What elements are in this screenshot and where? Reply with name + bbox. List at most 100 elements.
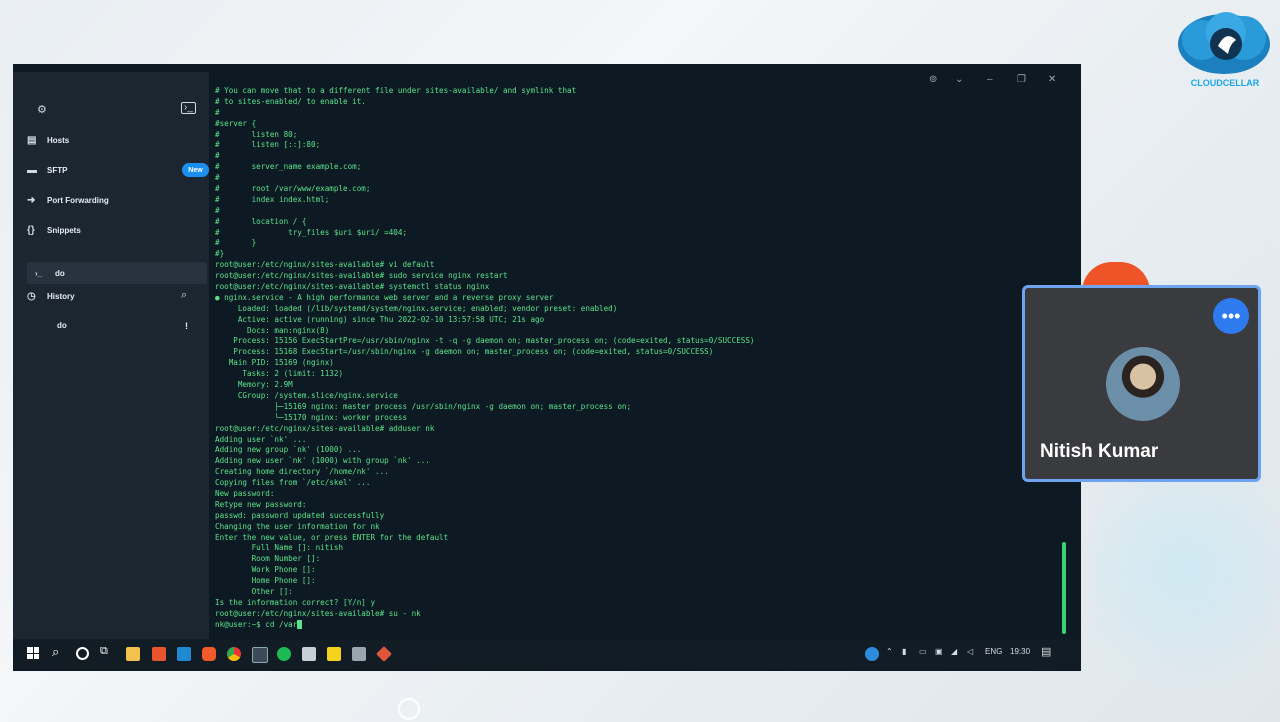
terminal-line: Copying files from `/etc/skel' ...: [215, 478, 371, 488]
terminal-line: Memory: 2.9M: [215, 380, 293, 390]
cortana-icon[interactable]: [76, 647, 89, 660]
termius-window: ⚙ ›_ ▤ Hosts ▬ SFTP New ➜ Port Forwardin…: [13, 64, 1081, 671]
git-icon[interactable]: [376, 646, 392, 662]
hosts-icon: ▤: [27, 134, 37, 146]
terminal-line: New password:: [215, 488, 275, 498]
braces-icon: {}: [27, 224, 35, 236]
microphone-icon[interactable]: ▮: [902, 647, 906, 656]
help-icon[interactable]: [865, 647, 879, 661]
terminal-line: Home Phone []:: [215, 576, 316, 586]
terminal-line: #}: [215, 249, 225, 259]
windows-start-icon[interactable]: [27, 647, 39, 659]
clock[interactable]: 19:30: [1010, 647, 1030, 656]
settings-icon[interactable]: ⚙: [37, 103, 47, 116]
play-indicator-icon[interactable]: [398, 698, 420, 720]
search-icon[interactable]: ⌕: [52, 644, 59, 660]
terminal-line: root@user:/etc/nginx/sites-available# su…: [215, 608, 421, 618]
sidebar-item-label: Hosts: [47, 135, 70, 145]
sidebar-item-label: Snippets: [47, 225, 81, 235]
avatar: [1106, 347, 1180, 421]
sidebar-item-session-do[interactable]: ›_ do: [35, 262, 215, 284]
brand-logo-text: CLOUDCELLAR: [1190, 78, 1260, 88]
camera-icon[interactable]: ▭: [919, 647, 927, 656]
chevron-up-icon[interactable]: ⌃: [886, 647, 893, 656]
terminal-line: Full Name []: nitish: [215, 543, 344, 553]
terminal-line: # location / {: [215, 216, 307, 226]
sidebar-item-hosts[interactable]: ▤ Hosts: [27, 129, 207, 151]
terminal-line: Is the information correct? [Y/n] y: [215, 597, 376, 607]
terminal-line: # listen [::]:80;: [215, 140, 321, 150]
terminal-line: root@user:/etc/nginx/sites-available# ad…: [215, 423, 435, 433]
terminal-line: Docs: man:nginx(8): [215, 325, 330, 335]
terminal-line: # try_files $uri $uri/ =404;: [215, 227, 408, 237]
terminal-prompt-line[interactable]: nk@user:~$ cd /var: [215, 620, 1071, 631]
terminal-line: Adding new user `nk' (1000) with group `…: [215, 456, 430, 466]
terminal-line: ● nginx.service - A high performance web…: [215, 292, 554, 302]
volume-icon[interactable]: ◁: [967, 647, 973, 656]
broadcast-icon[interactable]: ⊚: [929, 74, 937, 85]
app-icon[interactable]: [302, 647, 316, 661]
history-item[interactable]: do: [57, 314, 237, 336]
terminal-icon[interactable]: ›_: [181, 102, 196, 114]
brave-icon[interactable]: [202, 647, 216, 661]
terminal-line: Creating home directory `/home/nk' ...: [215, 467, 389, 477]
sidebar-item-sftp[interactable]: ▬ SFTP New: [27, 159, 209, 181]
search-icon[interactable]: ⌕: [181, 289, 187, 302]
termius-icon[interactable]: [252, 647, 268, 663]
network-icon[interactable]: ◢: [951, 647, 957, 656]
terminal-line: Retype new password:: [215, 499, 307, 509]
history-label: History: [47, 291, 75, 301]
terminal-line: #: [215, 205, 220, 215]
folder-icon: ▬: [27, 164, 37, 176]
taskbar: ⌕ ⧉ ⌃ ▮ ▭ ▣ ◢ ◁ ENG 19:30 ▤: [13, 639, 1081, 669]
sticky-notes-icon[interactable]: [327, 647, 341, 661]
terminal-line: ├─15169 nginx: master process /usr/sbin/…: [215, 401, 632, 411]
chevron-down-icon[interactable]: ⌄: [955, 74, 963, 85]
terminal-line: passwd: password updated successfully: [215, 510, 385, 520]
terminal-line: # server_name example.com;: [215, 162, 362, 172]
language-indicator[interactable]: ENG: [985, 647, 1002, 656]
terminal-output[interactable]: # You can move that to a different file …: [215, 86, 1071, 641]
terminal-line: root@user:/etc/nginx/sites-available# vi…: [215, 260, 435, 270]
terminal-line: Main PID: 15169 (nginx): [215, 358, 334, 368]
terminal-line: Tasks: 2 (limit: 1132): [215, 369, 344, 379]
sidebar-item-snippets[interactable]: {} Snippets: [27, 219, 207, 241]
spotify-icon[interactable]: [277, 647, 291, 661]
terminal-scrollbar[interactable]: [1062, 542, 1066, 634]
terminal-line: Other []:: [215, 586, 293, 596]
session-label: do: [55, 268, 65, 278]
maximize-icon[interactable]: ❐: [1017, 74, 1026, 85]
terminal-line: Process: 15168 ExecStart=/usr/sbin/nginx…: [215, 347, 714, 357]
close-icon[interactable]: ✕: [1048, 74, 1056, 85]
notification-icon[interactable]: ▤: [1041, 645, 1051, 658]
terminal-line: Work Phone []:: [215, 565, 316, 575]
terminal-line: #: [215, 151, 220, 161]
terminal-line: # to sites-enabled/ to enable it.: [215, 96, 366, 106]
terminal-line: #server {: [215, 118, 257, 128]
file-explorer-icon[interactable]: [126, 647, 140, 661]
participant-video-tile[interactable]: ••• Nitish Kumar: [1022, 285, 1261, 482]
arrow-icon: ➜: [27, 194, 36, 206]
terminal-line: # listen 80;: [215, 129, 298, 139]
task-view-icon[interactable]: ⧉: [100, 645, 108, 658]
terminal-line: # }: [215, 238, 257, 248]
history-header: ◷ History: [27, 285, 207, 307]
history-item-label: do: [57, 320, 67, 330]
terminal-prompt-icon: ›_: [35, 268, 43, 278]
terminal-cursor: [297, 620, 303, 630]
terminal-line: Process: 15156 ExecStartPre=/usr/sbin/ng…: [215, 336, 755, 346]
terminal-line: Changing the user information for nk: [215, 521, 380, 531]
more-horizontal-icon[interactable]: •••: [1213, 298, 1249, 334]
display-icon[interactable]: ▣: [935, 647, 943, 656]
chrome-icon[interactable]: [227, 647, 241, 661]
sidebar-item-port-forwarding[interactable]: ➜ Port Forwarding: [27, 189, 207, 211]
sidebar: ⚙ ›_ ▤ Hosts ▬ SFTP New ➜ Port Forwardin…: [13, 72, 209, 639]
app-icon[interactable]: [352, 647, 366, 661]
office-icon[interactable]: [152, 647, 166, 661]
terminal-line: └─15170 nginx: worker process: [215, 412, 408, 422]
vscode-icon[interactable]: [177, 647, 191, 661]
new-badge: New: [182, 163, 209, 177]
terminal-line: Adding new group `nk' (1000) ...: [215, 445, 362, 455]
minimize-icon[interactable]: –: [987, 74, 993, 85]
terminal-line: Adding user `nk' ...: [215, 434, 307, 444]
